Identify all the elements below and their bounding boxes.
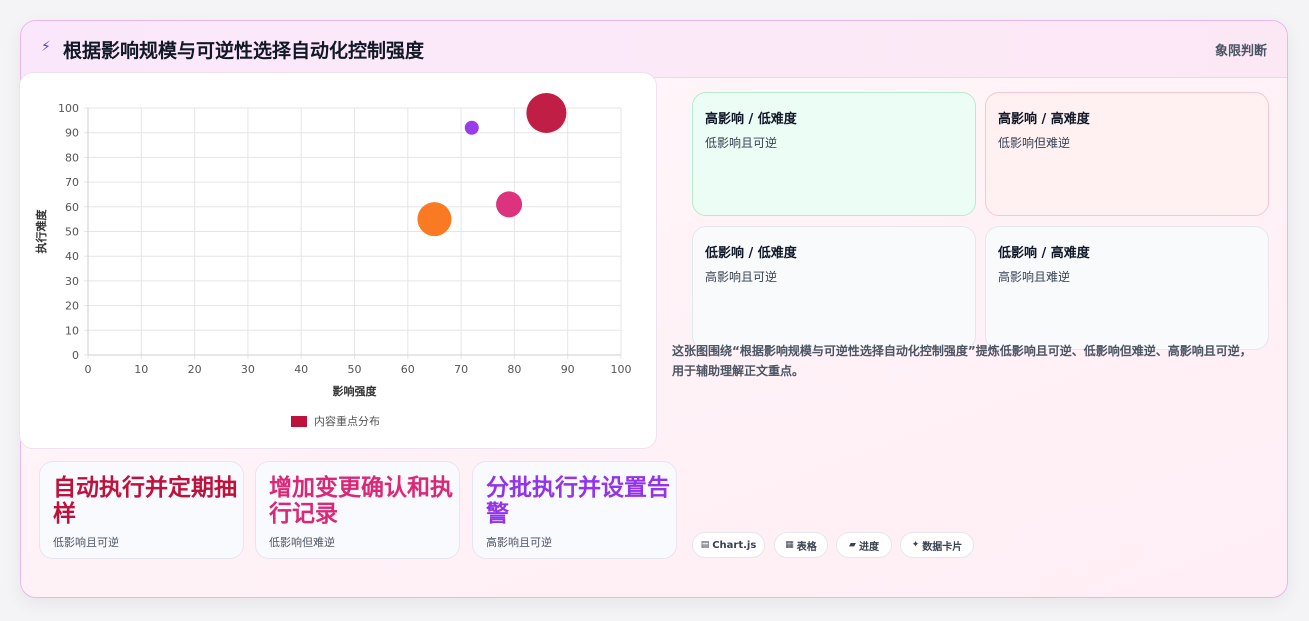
card-header: ⚡ 根据影响规模与可逆性选择自动化控制强度 象限判断: [21, 21, 1287, 78]
x-tick-label: 20: [188, 363, 202, 376]
y-tick-label: 50: [65, 226, 79, 239]
pill-label-table: 表格: [796, 541, 817, 553]
header-tag: 象限判断: [1214, 44, 1267, 59]
chart-icon: ▤: [700, 540, 710, 550]
pill-chartjs[interactable]: ▤ Chart.js: [692, 532, 765, 558]
table-icon: ▦: [785, 540, 794, 550]
x-tick-label: 70: [454, 363, 468, 376]
page-title: 根据影响规模与可逆性选择自动化控制强度: [63, 40, 425, 62]
sparkle-icon: ✦: [911, 540, 920, 550]
legend-swatch: [291, 416, 307, 427]
quadrant-title-4: 低影响 / 高难度: [998, 246, 1090, 261]
quadrant-card-2: 高影响 / 高难度 低影响但难逆: [985, 92, 1269, 216]
y-tick-label: 100: [58, 102, 79, 115]
y-tick-label: 70: [65, 176, 79, 189]
x-tick-label: 50: [348, 363, 362, 376]
bubble-chart: 0 10 20 30 40 50 60 70 80 90 100 0 10 20 30 40 50 60 70 80 9…: [34, 92, 632, 428]
metric-label-3: 高影响且可逆: [486, 536, 552, 549]
metric-value-1: 自动执行并定期抽样: [53, 475, 237, 527]
y-tick-label: 0: [72, 349, 79, 362]
quadrant-title-3: 低影响 / 低难度: [705, 246, 797, 261]
quadrant-title-2: 高影响 / 高难度: [998, 112, 1090, 127]
x-tick-label: 30: [241, 363, 255, 376]
legend-label: 内容重点分布: [314, 414, 380, 428]
pill-label-data-cards: 数据卡片: [922, 541, 963, 553]
metric-card-1: 自动执行并定期抽样 低影响且可逆: [39, 461, 244, 559]
quadrant-text-1: 低影响且可逆: [705, 136, 778, 150]
y-tick-label: 30: [65, 275, 79, 288]
x-tick-label: 80: [507, 363, 521, 376]
y-axis-title: 执行难度: [34, 209, 48, 254]
chart-description: 这张图围绕“根据影响规模与可逆性选择自动化控制强度”提炼低影响且可逆、低影响但难…: [672, 344, 1252, 378]
y-tick-label: 20: [65, 300, 79, 313]
pill-data-cards[interactable]: ✦ 数据卡片: [900, 532, 974, 558]
x-tick-label: 60: [401, 363, 415, 376]
bubble-point: [496, 191, 523, 218]
x-tick-label: 100: [611, 363, 632, 376]
x-tick-label: 40: [294, 363, 308, 376]
quadrant-card-3: 低影响 / 低难度 高影响且可逆: [692, 226, 976, 350]
y-tick-label: 10: [65, 324, 79, 337]
y-tick-label: 80: [65, 151, 79, 164]
lightning-icon: ⚡: [41, 39, 51, 55]
pill-progress[interactable]: ▰ 进度: [836, 532, 892, 558]
x-axis-title: 影响强度: [333, 384, 378, 398]
quadrant-card-4: 低影响 / 高难度 高影响且难逆: [985, 226, 1269, 350]
quadrant-text-3: 高影响且可逆: [705, 270, 778, 284]
bubble-point: [464, 120, 479, 135]
metric-card-2: 增加变更确认和执行记录 低影响但难逆: [255, 461, 460, 559]
metric-label-2: 低影响但难逆: [269, 536, 335, 549]
x-tick-label: 10: [134, 363, 148, 376]
quadrant-text-4: 高影响且难逆: [998, 270, 1071, 284]
quadrant-text-2: 低影响但难逆: [998, 136, 1071, 150]
y-tick-label: 40: [65, 250, 79, 263]
x-tick-label: 0: [85, 363, 92, 376]
chart-panel: 0 10 20 30 40 50 60 70 80 90 100 0 10 20 30 40 50 60 70 80 9…: [19, 72, 657, 449]
quadrant-card-1: 高影响 / 低难度 低影响且可逆: [692, 92, 976, 216]
metric-value-3: 分批执行并设置告警: [486, 475, 670, 527]
bubble-point: [417, 202, 452, 237]
metric-value-2: 增加变更确认和执行记录: [269, 475, 453, 527]
x-tick-label: 90: [561, 363, 575, 376]
quadrant-title-1: 高影响 / 低难度: [705, 112, 797, 127]
y-tick-label: 60: [65, 201, 79, 214]
pill-table[interactable]: ▦ 表格: [774, 532, 828, 558]
progress-icon: ▰: [849, 540, 856, 550]
bubble-point: [526, 92, 567, 133]
metric-label-1: 低影响且可逆: [53, 536, 119, 549]
metric-card-3: 分批执行并设置告警 高影响且可逆: [472, 461, 677, 559]
y-tick-label: 90: [65, 127, 79, 140]
pill-label-chartjs: Chart.js: [712, 539, 757, 551]
pill-label-progress: 进度: [858, 541, 879, 553]
